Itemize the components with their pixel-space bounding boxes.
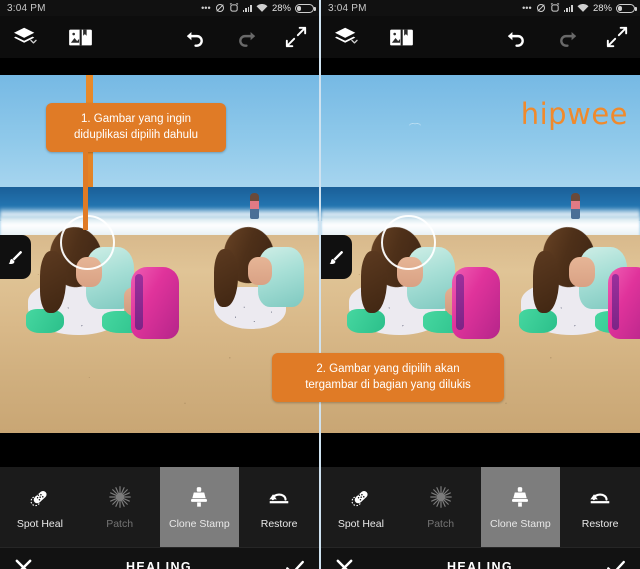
tool-label: Restore bbox=[260, 518, 298, 530]
cancel-button[interactable] bbox=[335, 558, 354, 569]
app-root: 3:04 PM ••• 28% 1. Gambar yang ingin did… bbox=[0, 0, 640, 569]
brush-icon bbox=[8, 250, 22, 264]
battery-icon bbox=[295, 3, 316, 13]
signal-icon bbox=[563, 4, 573, 12]
close-x-icon bbox=[336, 559, 353, 569]
callout-1-tail bbox=[83, 151, 88, 230]
callout-1: 1. Gambar yang ingin diduplikasi dipilih… bbox=[46, 103, 226, 230]
tools-bar-after: Spot Heal Patch Clone Stamp Restore bbox=[321, 467, 640, 547]
status-bar-time: 3:04 PM bbox=[7, 2, 46, 14]
tool-patch[interactable]: Patch bbox=[80, 467, 160, 547]
canvas-top-letterbox bbox=[321, 58, 640, 75]
action-bar-title: HEALING bbox=[125, 560, 193, 569]
tool-label: Patch bbox=[106, 518, 134, 530]
brush-tool-tab[interactable] bbox=[0, 235, 31, 279]
fullscreen-button[interactable] bbox=[285, 26, 307, 48]
panel-before: 3:04 PM ••• 28% 1. Gambar yang ingin did… bbox=[0, 0, 319, 569]
sky-region bbox=[321, 75, 640, 193]
bandage-icon bbox=[30, 490, 47, 507]
canvas-bottom-letterbox bbox=[321, 433, 640, 467]
tool-label: Restore bbox=[581, 518, 619, 530]
callout-2-line1: 2. Gambar yang dipilih akan bbox=[316, 363, 460, 375]
clone-stamp-icon bbox=[512, 487, 529, 507]
action-bar-title: HEALING bbox=[446, 560, 514, 569]
layers-button[interactable] bbox=[12, 26, 38, 48]
cancel-button[interactable] bbox=[14, 558, 33, 569]
distant-person bbox=[250, 193, 259, 219]
undo-button[interactable] bbox=[185, 28, 207, 47]
restore-arrow-icon bbox=[590, 493, 610, 504]
sync-off-icon bbox=[215, 3, 225, 13]
check-icon bbox=[607, 560, 625, 569]
bandage-icon bbox=[351, 490, 368, 507]
clone-stamp-icon bbox=[191, 487, 208, 507]
image-library-button[interactable] bbox=[68, 27, 93, 48]
battery-percent: 28% bbox=[592, 2, 612, 14]
sync-off-icon bbox=[536, 3, 546, 13]
alarm-icon bbox=[550, 3, 560, 13]
tool-patch[interactable]: Patch bbox=[401, 467, 481, 547]
confirm-button[interactable] bbox=[285, 558, 305, 569]
tool-clone-stamp[interactable]: Clone Stamp bbox=[159, 467, 240, 547]
status-bar-time: 3:04 PM bbox=[328, 2, 367, 14]
canvas-bottom-letterbox bbox=[0, 433, 319, 467]
callout-1-line1: 1. Gambar yang ingin bbox=[81, 113, 191, 125]
patch-burst-icon bbox=[108, 486, 131, 508]
tool-label: Clone Stamp bbox=[169, 518, 230, 530]
tool-spot-heal[interactable]: Spot Heal bbox=[321, 467, 401, 547]
redo-button[interactable] bbox=[235, 28, 257, 47]
tool-label: Clone Stamp bbox=[490, 518, 551, 530]
girl-subject-right bbox=[210, 223, 319, 330]
wifi-icon bbox=[256, 3, 268, 13]
tool-label: Spot Heal bbox=[337, 518, 384, 530]
fullscreen-button[interactable] bbox=[606, 26, 628, 48]
tool-clone-stamp[interactable]: Clone Stamp bbox=[480, 467, 561, 547]
tools-bar-before: Spot Heal Patch Clone Stamp Restore bbox=[0, 467, 319, 547]
layers-button[interactable] bbox=[333, 26, 359, 48]
callout-2-line2: tergambar di bagian yang dilukis bbox=[305, 379, 471, 392]
battery-percent: 28% bbox=[271, 2, 291, 14]
pink-backpack-left bbox=[131, 267, 179, 339]
close-x-icon bbox=[15, 559, 32, 569]
panel-after: 3:04 PM ••• 28% hipwee Spot Heal Patch C… bbox=[321, 0, 640, 569]
wifi-icon bbox=[577, 3, 589, 13]
action-bar-after: HEALING bbox=[321, 547, 640, 569]
status-bar: 3:04 PM ••• 28% bbox=[0, 0, 319, 16]
callout-1-line2: diduplikasi dipilih dahulu bbox=[73, 129, 199, 142]
signal-icon bbox=[242, 4, 252, 12]
more-dots-icon: ••• bbox=[522, 2, 532, 13]
redo-button[interactable] bbox=[556, 28, 578, 47]
top-toolbar bbox=[321, 16, 640, 58]
distant-person bbox=[571, 193, 580, 219]
tool-restore[interactable]: Restore bbox=[239, 467, 319, 547]
battery-icon bbox=[616, 3, 637, 13]
brush-icon bbox=[329, 250, 343, 264]
check-icon bbox=[286, 560, 304, 569]
status-bar-icons: ••• 28% bbox=[522, 2, 637, 14]
top-toolbar bbox=[0, 16, 319, 58]
restore-arrow-icon bbox=[269, 493, 289, 504]
brush-tool-tab[interactable] bbox=[321, 235, 352, 279]
canvas-top-letterbox bbox=[0, 58, 319, 75]
tool-restore[interactable]: Restore bbox=[560, 467, 640, 547]
patch-burst-icon bbox=[429, 486, 452, 508]
tool-spot-heal[interactable]: Spot Heal bbox=[0, 467, 80, 547]
confirm-button[interactable] bbox=[606, 558, 626, 569]
pink-backpack-cloned bbox=[608, 267, 640, 339]
pink-backpack-left bbox=[452, 267, 500, 339]
tool-label: Patch bbox=[427, 518, 455, 530]
more-dots-icon: ••• bbox=[201, 2, 211, 13]
bird-icon bbox=[409, 123, 421, 128]
status-bar: 3:04 PM ••• 28% bbox=[321, 0, 640, 16]
tool-label: Spot Heal bbox=[16, 518, 63, 530]
action-bar-before: HEALING bbox=[0, 547, 319, 569]
alarm-icon bbox=[229, 3, 239, 13]
status-bar-icons: ••• 28% bbox=[201, 2, 316, 14]
hipwee-watermark: hipwee bbox=[520, 97, 628, 131]
callout-2: 2. Gambar yang dipilih akan tergambar di… bbox=[272, 353, 504, 402]
clone-source-circle bbox=[381, 215, 436, 270]
image-library-button[interactable] bbox=[389, 27, 414, 48]
undo-button[interactable] bbox=[506, 28, 528, 47]
